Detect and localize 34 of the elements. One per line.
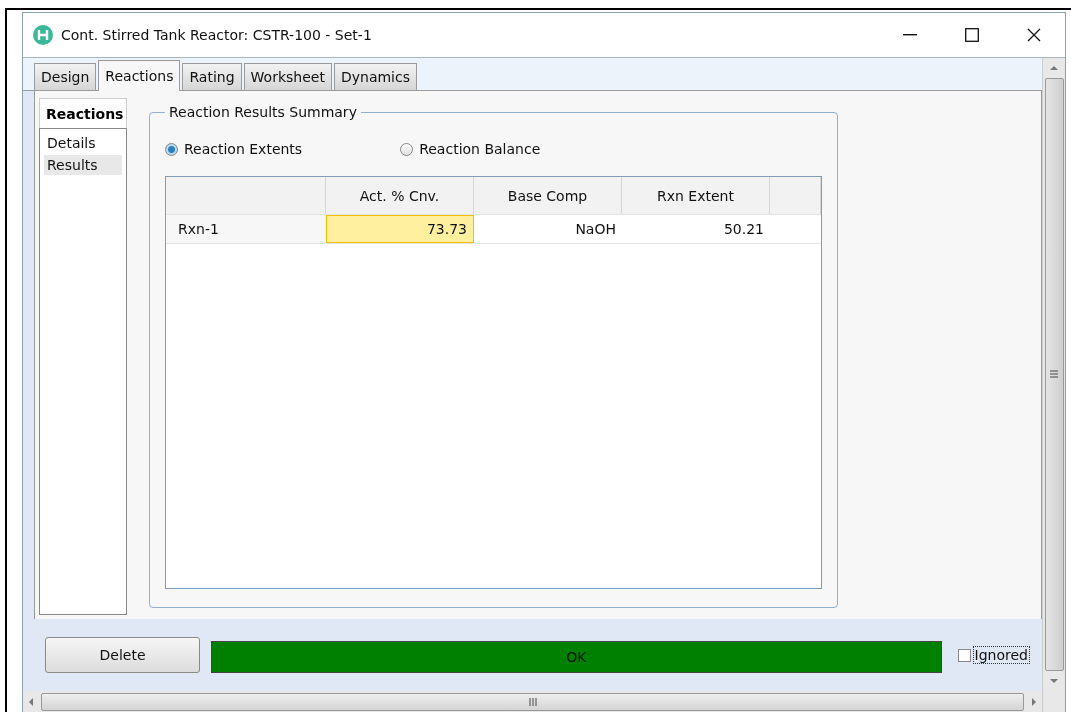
grip-icon bbox=[528, 698, 537, 706]
window-title: Cont. Stirred Tank Reactor: CSTR-100 - Set-1 bbox=[61, 27, 373, 43]
grip-icon bbox=[1050, 369, 1058, 380]
scrollbar-thumb[interactable] bbox=[1044, 78, 1064, 671]
scroll-right-icon[interactable] bbox=[1030, 698, 1038, 706]
column-header[interactable]: Rxn Extent bbox=[622, 177, 770, 214]
radio-icon[interactable] bbox=[400, 142, 414, 156]
header-cell bbox=[770, 177, 821, 214]
nav-item[interactable]: Results bbox=[44, 155, 122, 175]
tab[interactable]: Rating bbox=[182, 63, 242, 90]
minimize-icon bbox=[903, 34, 917, 36]
tab[interactable]: Design bbox=[34, 63, 97, 90]
scroll-left-icon[interactable] bbox=[27, 698, 35, 706]
tab[interactable]: Dynamics bbox=[333, 63, 417, 90]
radio-option[interactable]: Reaction Balance bbox=[400, 141, 541, 157]
status-bar: OK bbox=[211, 641, 942, 673]
row-name-cell: Rxn-1 bbox=[166, 215, 326, 243]
column-header[interactable]: Base Comp bbox=[474, 177, 622, 214]
radio-icon[interactable] bbox=[165, 142, 178, 156]
scroll-up-icon[interactable] bbox=[1050, 64, 1058, 72]
scroll-down-icon[interactable] bbox=[1050, 677, 1058, 685]
tab[interactable]: Reactions bbox=[98, 60, 181, 91]
scrollbar-thumb[interactable] bbox=[41, 693, 1024, 711]
column-header[interactable]: Act. % Cnv. bbox=[326, 177, 474, 214]
table-cell[interactable]: 73.73 bbox=[326, 215, 474, 243]
maximize-icon bbox=[965, 28, 979, 42]
tab[interactable]: Worksheet bbox=[243, 63, 332, 90]
group-title: Reaction Results Summary bbox=[168, 104, 358, 120]
nav-header: Reactions bbox=[39, 98, 127, 129]
nav-item[interactable]: Details bbox=[44, 133, 122, 153]
delete-button[interactable]: Delete bbox=[45, 637, 200, 673]
app-logo-icon bbox=[33, 25, 53, 45]
radio-option[interactable]: Reaction Extents bbox=[165, 141, 303, 157]
close-icon bbox=[1027, 28, 1041, 42]
